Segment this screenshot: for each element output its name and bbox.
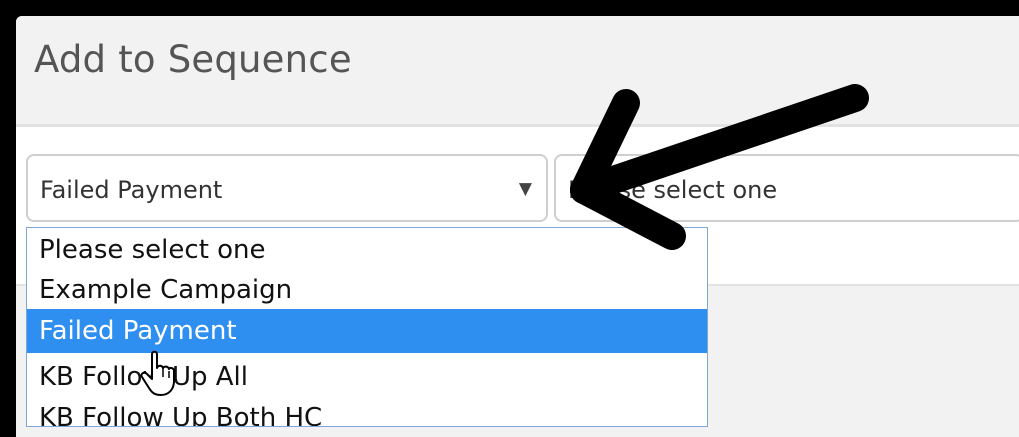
screenshot-frame: Add to Sequence Failed Payment ▼ Please …	[0, 0, 1019, 437]
hand-cursor-icon	[140, 350, 175, 396]
